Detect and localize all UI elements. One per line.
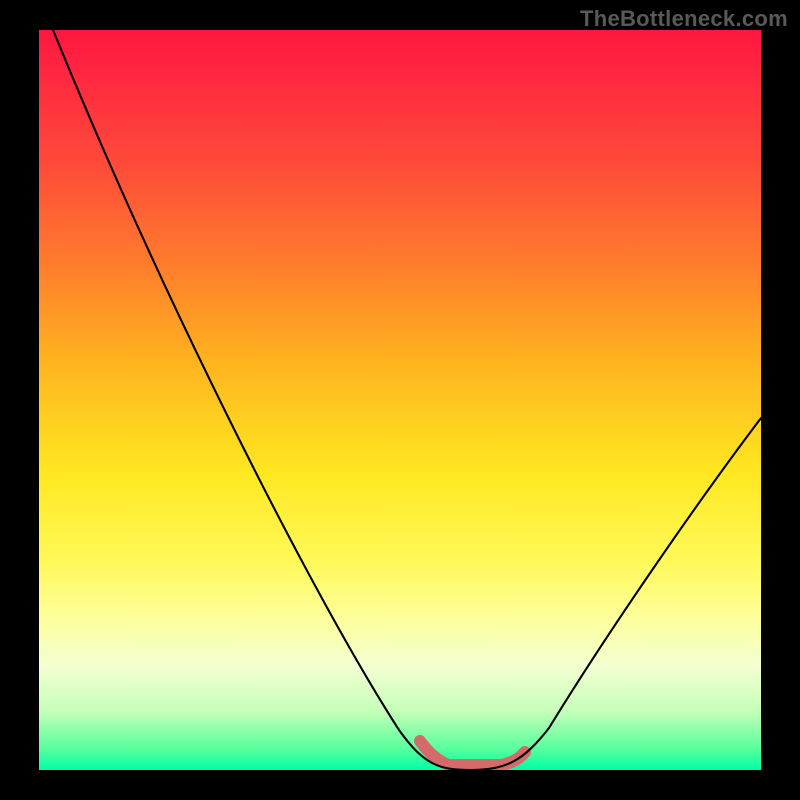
curve-layer: [39, 30, 761, 770]
bottleneck-curve: [53, 30, 761, 770]
plot-area: [39, 30, 761, 770]
watermark-text: TheBottleneck.com: [580, 6, 788, 32]
highlight-flat-region: [420, 741, 525, 765]
chart-frame: TheBottleneck.com: [0, 0, 800, 800]
